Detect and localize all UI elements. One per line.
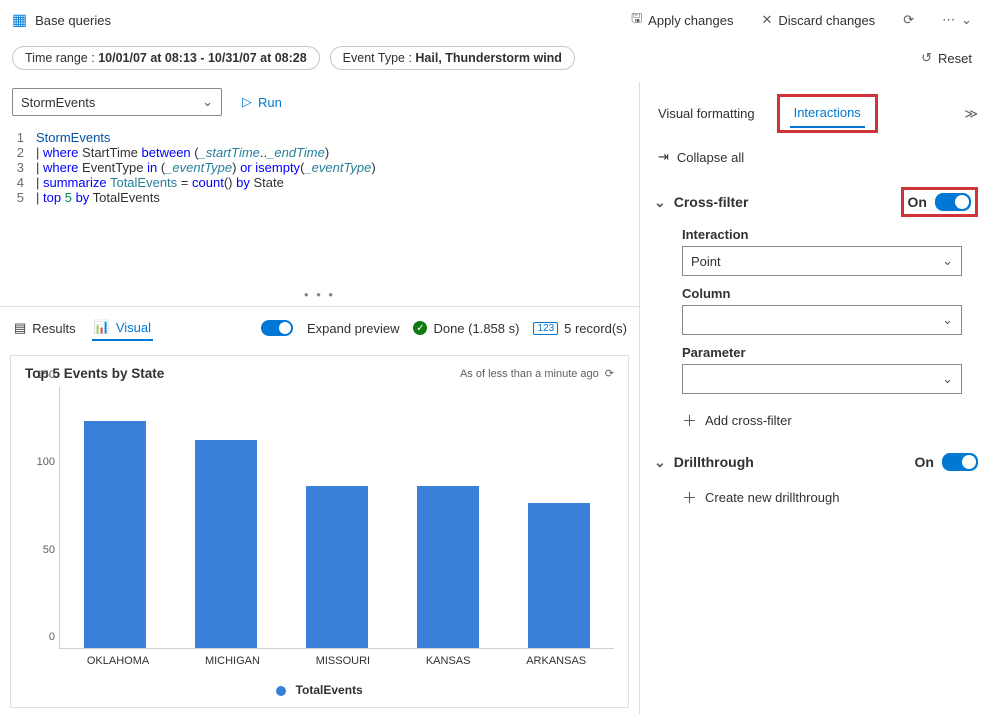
drillthrough-toggle[interactable] [942, 453, 978, 471]
highlight-crossfilter-toggle: On [901, 187, 978, 217]
legend-dot [276, 686, 286, 696]
reset-icon: ↺ [921, 50, 932, 66]
plus-icon: ＋ [682, 487, 697, 508]
bar-chart: OKLAHOMAMICHIGANMISSOURIKANSASARKANSAS 0… [25, 387, 614, 677]
expand-preview-label: Expand preview [307, 321, 400, 336]
highlight-interactions-tab: Interactions [777, 94, 878, 133]
expand-panel-icon[interactable]: ≫ [964, 106, 978, 122]
bar-arkansas[interactable] [528, 503, 590, 648]
time-range-value: 10/01/07 at 08:13 - 10/31/07 at 08:28 [98, 51, 306, 65]
plus-icon: ＋ [682, 410, 697, 431]
chevron-down-icon: ⌄ [202, 94, 213, 110]
record-count: 123 5 record(s) [533, 321, 627, 336]
bar-kansas[interactable] [417, 486, 479, 648]
drag-handle[interactable]: • • • [0, 283, 639, 306]
event-type-label: Event Type : [343, 51, 416, 65]
collapse-all-button[interactable]: ⇥ Collapse all [654, 141, 978, 179]
crossfilter-toggle[interactable] [935, 193, 971, 211]
query-status: ✓ Done (1.858 s) [413, 321, 519, 336]
discard-changes-button[interactable]: ✕ Discard changes [755, 8, 881, 32]
create-drillthrough-label: Create new drillthrough [705, 490, 839, 505]
crossfilter-on-label: On [908, 194, 927, 210]
save-icon: 🖫 [631, 9, 642, 31]
drillthrough-title: Drillthrough [674, 454, 754, 470]
chart-icon: 📊 [94, 319, 110, 335]
tab-visual-label: Visual [116, 320, 151, 335]
create-drillthrough-button[interactable]: ＋ Create new drillthrough [682, 481, 978, 510]
reset-button[interactable]: ↺ Reset [915, 46, 978, 70]
chevron-down-icon[interactable]: ⌄ [654, 454, 666, 471]
chevron-down-icon: ⌄ [942, 312, 953, 328]
x-label: ARKANSAS [526, 655, 586, 667]
records-label: 5 record(s) [564, 321, 627, 336]
tab-visual-formatting[interactable]: Visual formatting [654, 100, 759, 127]
play-icon: ▷ [242, 94, 252, 110]
refresh-icon: ⟳ [903, 12, 914, 28]
refresh-icon[interactable]: ⟳ [605, 367, 614, 380]
x-label: KANSAS [426, 655, 471, 667]
time-range-filter[interactable]: Time range : 10/01/07 at 08:13 - 10/31/0… [12, 46, 320, 70]
chevron-down-icon: ⌄ [961, 12, 972, 28]
parameter-label: Parameter [682, 345, 978, 360]
tab-interactions[interactable]: Interactions [790, 99, 865, 128]
chevron-down-icon[interactable]: ⌄ [654, 194, 666, 211]
interaction-label: Interaction [682, 227, 978, 242]
line-number: 2 [0, 145, 36, 160]
x-label: MISSOURI [316, 655, 370, 667]
line-number: 1 [0, 130, 36, 145]
drillthrough-on-label: On [915, 454, 934, 470]
chevron-down-icon: ⌄ [942, 371, 953, 387]
collapse-icon: ⇥ [658, 149, 669, 165]
records-icon: 123 [533, 322, 558, 335]
time-range-label: Time range : [25, 51, 98, 65]
discard-changes-label: Discard changes [778, 13, 875, 28]
run-label: Run [258, 95, 282, 110]
reset-label: Reset [938, 51, 972, 66]
event-type-value: Hail, Thunderstorm wind [415, 51, 562, 65]
interaction-select[interactable]: Point ⌄ [682, 246, 962, 276]
add-crossfilter-button[interactable]: ＋ Add cross-filter [682, 404, 978, 433]
table-icon: ▤ [14, 320, 26, 336]
page-title: Base queries [35, 13, 111, 28]
source-select-value: StormEvents [21, 95, 95, 110]
event-type-filter[interactable]: Event Type : Hail, Thunderstorm wind [330, 46, 575, 70]
add-crossfilter-label: Add cross-filter [705, 413, 792, 428]
line-number: 3 [0, 160, 36, 175]
x-label: MICHIGAN [205, 655, 260, 667]
line-number: 5 [0, 190, 36, 205]
interaction-value: Point [691, 254, 721, 269]
bar-missouri[interactable] [306, 486, 368, 648]
crossfilter-title: Cross-filter [674, 194, 749, 210]
more-button[interactable]: ⋯ ⌄ [936, 8, 978, 32]
tab-results-label: Results [32, 321, 75, 336]
chart-panel: Top 5 Events by State As of less than a … [10, 355, 629, 708]
bar-michigan[interactable] [195, 440, 257, 648]
done-label: Done (1.858 s) [433, 321, 519, 336]
more-icon: ⋯ [942, 12, 955, 28]
tab-visual[interactable]: 📊 Visual [92, 315, 153, 341]
base-queries-icon: ▦ [12, 10, 27, 30]
source-select[interactable]: StormEvents ⌄ [12, 88, 222, 116]
legend-label: TotalEvents [296, 683, 363, 697]
chart-legend: TotalEvents [25, 683, 614, 697]
check-icon: ✓ [413, 321, 427, 335]
column-label: Column [682, 286, 978, 301]
x-label: OKLAHOMA [87, 655, 149, 667]
bar-oklahoma[interactable] [84, 421, 146, 648]
column-select[interactable]: ⌄ [682, 305, 962, 335]
run-button[interactable]: ▷ Run [232, 89, 292, 115]
tab-results[interactable]: ▤ Results [12, 316, 78, 340]
chart-timestamp: As of less than a minute ago [460, 368, 599, 380]
query-editor[interactable]: 1StormEvents 2| where StartTime between … [0, 124, 639, 211]
refresh-button[interactable]: ⟳ [897, 8, 920, 32]
line-number: 4 [0, 175, 36, 190]
expand-preview-toggle[interactable] [261, 320, 293, 336]
apply-changes-label: Apply changes [648, 13, 733, 28]
close-icon: ✕ [761, 12, 772, 28]
chevron-down-icon: ⌄ [942, 253, 953, 269]
parameter-select[interactable]: ⌄ [682, 364, 962, 394]
collapse-all-label: Collapse all [677, 150, 744, 165]
apply-changes-button[interactable]: 🖫 Apply changes [625, 5, 739, 35]
